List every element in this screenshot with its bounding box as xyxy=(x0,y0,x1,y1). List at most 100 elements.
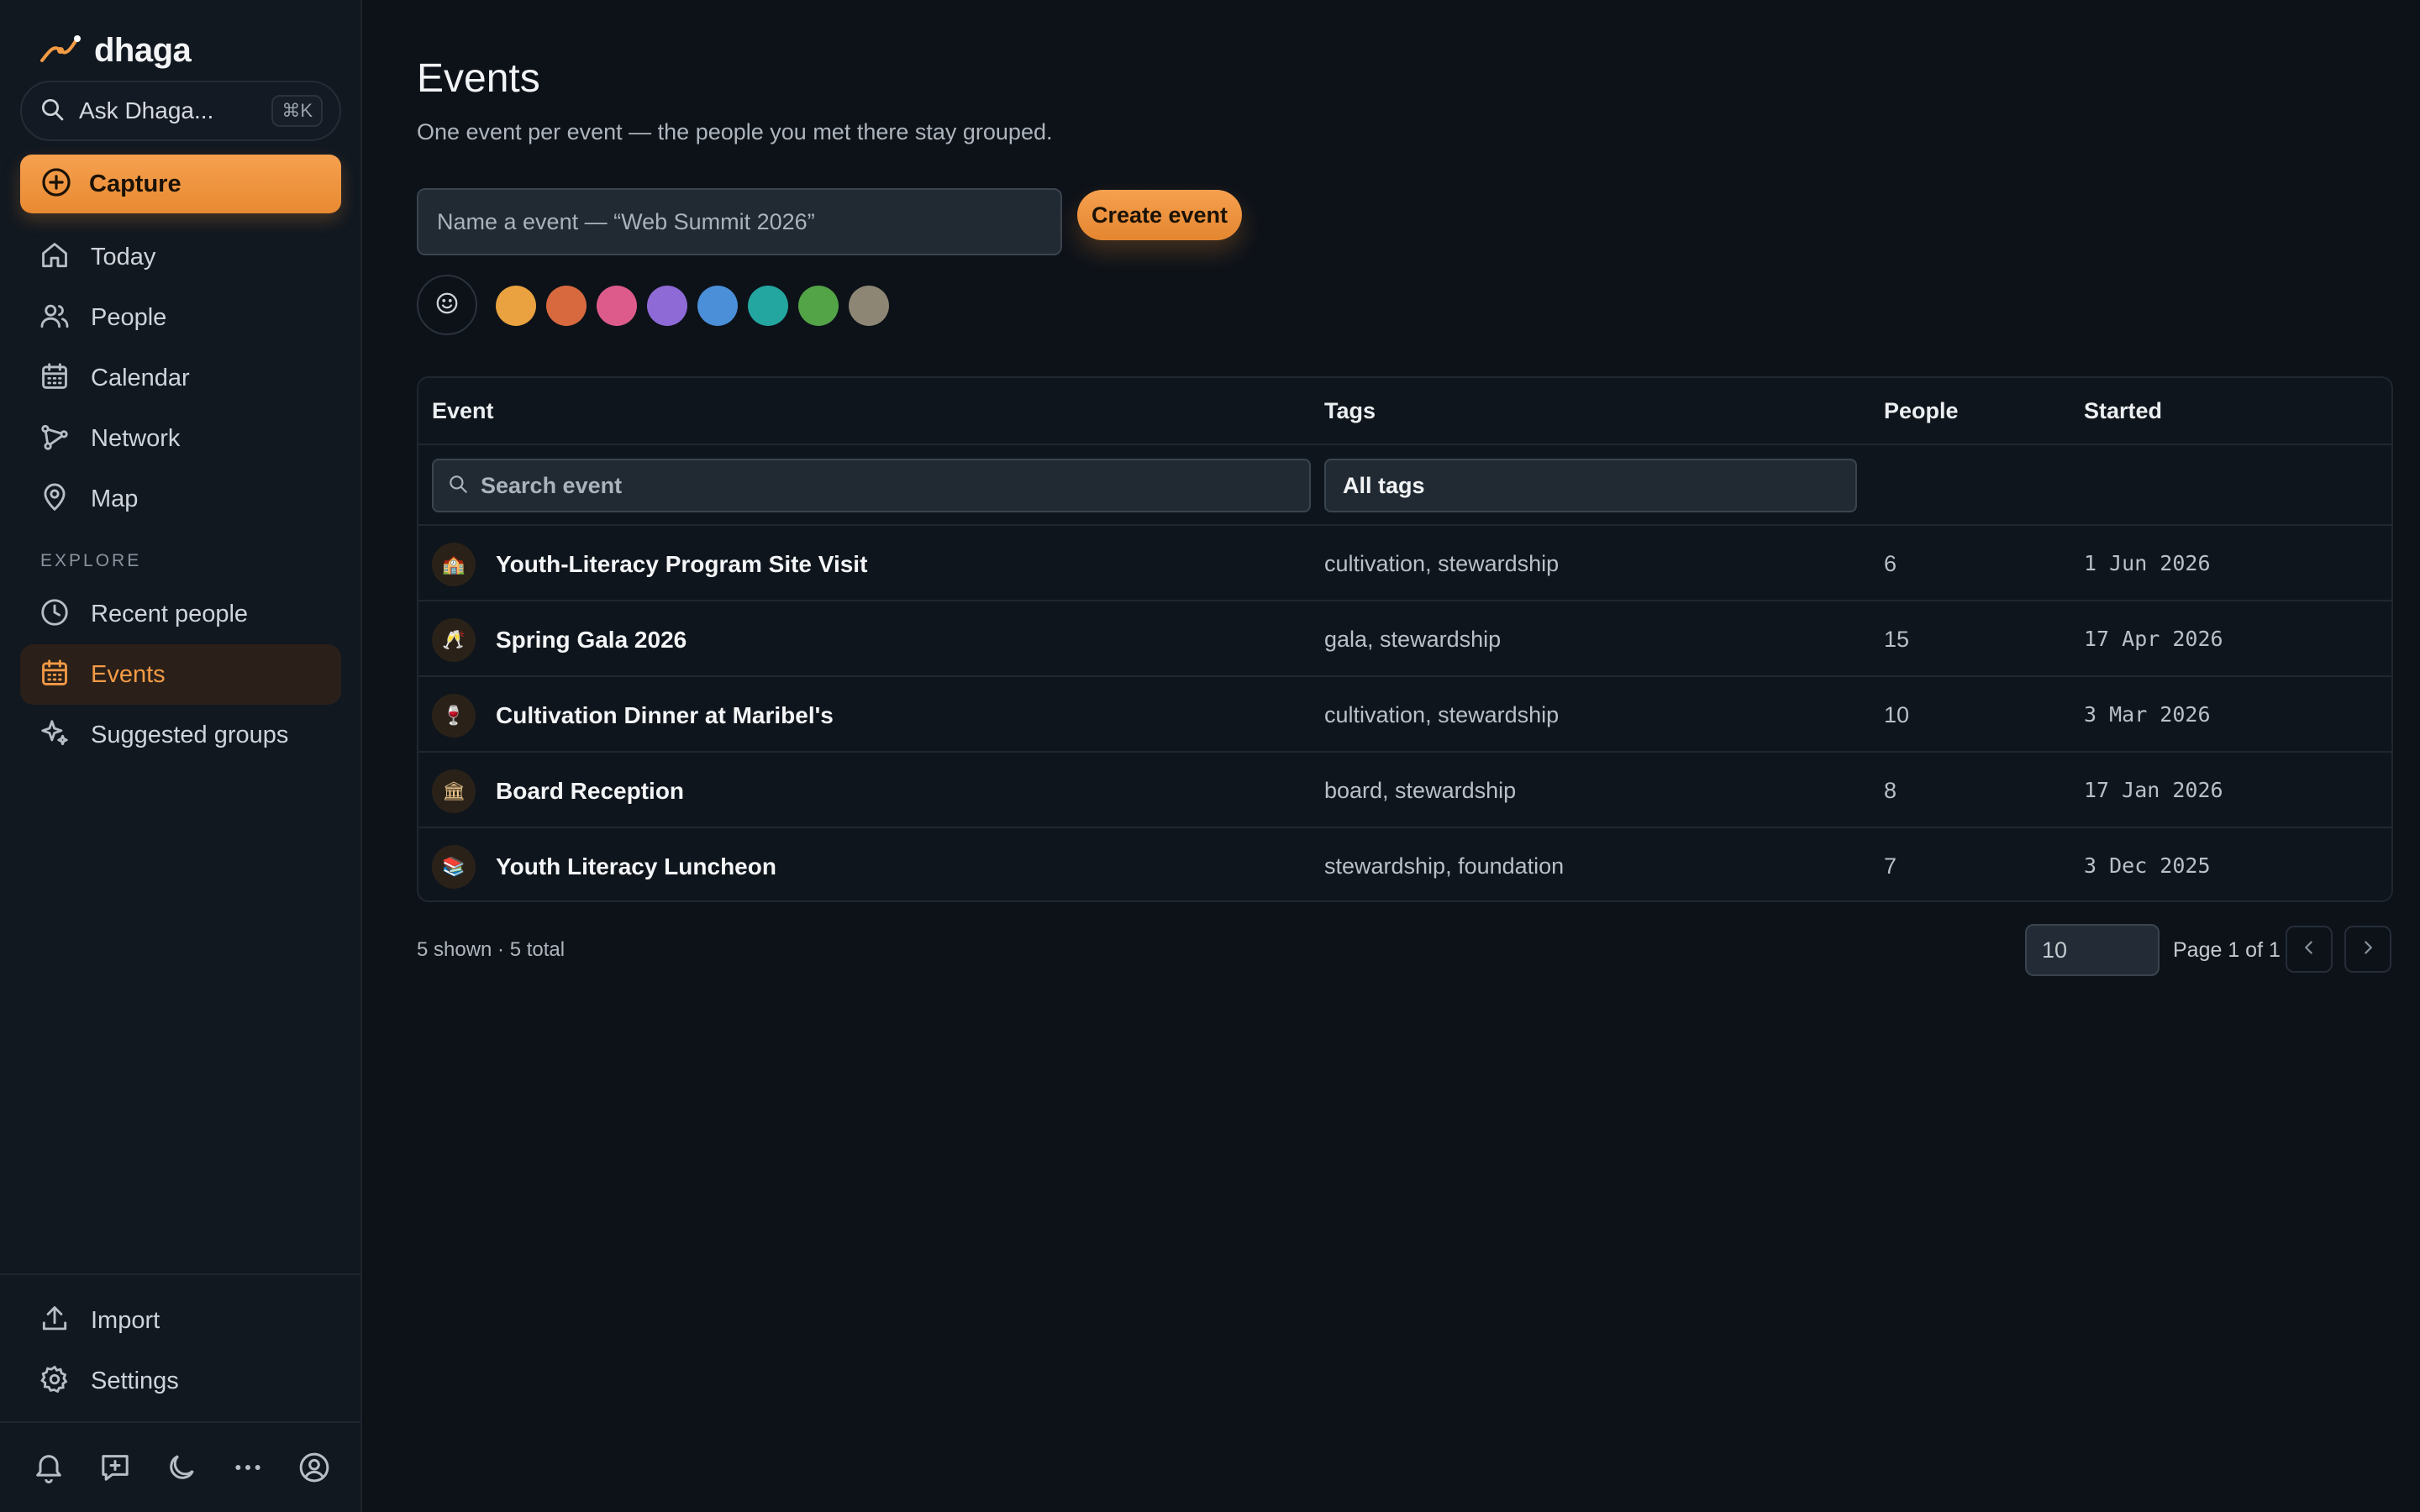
event-tags: gala, stewardship xyxy=(1324,627,1502,652)
calendar-icon xyxy=(39,657,71,693)
event-people-count: 8 xyxy=(1884,778,1897,803)
table-row[interactable]: 🍷 Cultivation Dinner at Maribel's cultiv… xyxy=(418,677,2391,753)
sidebar-divider xyxy=(0,1273,362,1275)
clock-icon xyxy=(39,596,71,633)
event-started-date: 1 Jun 2026 xyxy=(2084,551,2211,575)
event-people-count: 7 xyxy=(1884,853,1897,879)
create-event-button[interactable]: Create event xyxy=(1077,190,1242,240)
gear-icon xyxy=(39,1363,71,1399)
event-started-date: 17 Jan 2026 xyxy=(2084,778,2223,802)
color-swatch[interactable] xyxy=(496,286,536,326)
page-subtitle: One event per event — the people you met… xyxy=(417,119,1053,144)
table-header: Event Tags People Started xyxy=(418,378,2391,445)
event-name[interactable]: Youth Literacy Luncheon xyxy=(496,853,776,880)
nav-settings[interactable]: Settings xyxy=(20,1351,341,1411)
nav-label: Today xyxy=(91,243,156,270)
shortcut-badge: ⌘K xyxy=(271,95,323,127)
event-tags: cultivation, stewardship xyxy=(1324,551,1560,576)
smiley-icon xyxy=(434,291,460,320)
calendar-icon xyxy=(39,360,71,396)
search-event-input[interactable]: Search event xyxy=(432,459,1311,512)
column-header-tags[interactable]: Tags xyxy=(1324,398,1376,424)
events-table: Event Tags People Started Search event A… xyxy=(417,376,2393,902)
table-row[interactable]: 🏫 Youth-Literacy Program Site Visit cult… xyxy=(418,526,2391,601)
previous-page-button[interactable] xyxy=(2286,926,2333,973)
page-info: Page 1 of 1 xyxy=(2173,938,2281,962)
nav-label: Recent people xyxy=(91,600,249,627)
event-name[interactable]: Youth-Literacy Program Site Visit xyxy=(496,551,867,578)
results-count: 5 shown · 5 total xyxy=(417,938,566,961)
color-swatch[interactable] xyxy=(748,286,788,326)
search-icon xyxy=(39,96,66,127)
color-swatch[interactable] xyxy=(849,286,889,326)
profile-icon[interactable] xyxy=(297,1451,331,1484)
sidebar: dhaga Ask Dhaga... ⌘K Capture Today Peop… xyxy=(0,0,362,1512)
nav-people[interactable]: People xyxy=(20,287,341,348)
bell-icon[interactable] xyxy=(32,1451,66,1484)
more-icon[interactable] xyxy=(231,1451,265,1484)
event-tags: cultivation, stewardship xyxy=(1324,702,1560,727)
nav-map[interactable]: Map xyxy=(20,469,341,529)
filter-row: Search event All tags xyxy=(418,445,2391,526)
column-header-people[interactable]: People xyxy=(1884,398,1959,424)
event-started-date: 17 Apr 2026 xyxy=(2084,627,2223,651)
event-started-date: 3 Mar 2026 xyxy=(2084,702,2211,727)
event-people-count: 6 xyxy=(1884,551,1897,576)
color-swatches xyxy=(496,286,889,326)
nav-network[interactable]: Network xyxy=(20,408,341,469)
emoji-picker-button[interactable] xyxy=(417,275,477,335)
event-tags: board, stewardship xyxy=(1324,778,1517,803)
event-name[interactable]: Board Reception xyxy=(496,778,684,805)
moon-icon[interactable] xyxy=(165,1451,198,1484)
chevron-right-icon xyxy=(2357,937,2379,963)
nav-label: People xyxy=(91,303,167,331)
nav-events[interactable]: Events xyxy=(20,644,341,705)
nav-import[interactable]: Import xyxy=(20,1290,341,1351)
event-emoji-icon: 🏫 xyxy=(432,543,476,586)
nav-calendar[interactable]: Calendar xyxy=(20,348,341,408)
color-swatch[interactable] xyxy=(597,286,637,326)
nav-today[interactable]: Today xyxy=(20,227,341,287)
event-name[interactable]: Cultivation Dinner at Maribel's xyxy=(496,702,834,729)
upload-icon xyxy=(39,1303,71,1339)
nav-suggested-groups[interactable]: Suggested groups xyxy=(20,705,341,765)
column-header-event[interactable]: Event xyxy=(432,398,494,424)
table-row[interactable]: 📚 Youth Literacy Luncheon stewardship, f… xyxy=(418,828,2391,904)
event-people-count: 10 xyxy=(1884,702,1910,727)
event-name-input[interactable]: Name a event — “Web Summit 2026” xyxy=(417,188,1062,255)
table-row[interactable]: 🥂 Spring Gala 2026 gala, stewardship 15 … xyxy=(418,601,2391,677)
color-swatch[interactable] xyxy=(546,286,587,326)
brand[interactable]: dhaga xyxy=(39,32,192,70)
chevron-left-icon xyxy=(2298,937,2320,963)
event-emoji-icon: 🏛 xyxy=(432,769,476,813)
color-swatch[interactable] xyxy=(647,286,687,326)
tags-filter-select[interactable]: All tags xyxy=(1324,459,1857,512)
table-row[interactable]: 🏛 Board Reception board, stewardship 8 1… xyxy=(418,753,2391,828)
sidebar-footer xyxy=(0,1423,362,1512)
page-size-input[interactable]: 10 xyxy=(2025,924,2160,976)
search-icon xyxy=(447,473,469,499)
plus-circle-icon xyxy=(40,166,72,202)
map-pin-icon xyxy=(39,481,71,517)
explore-section-label: EXPLORE xyxy=(40,551,142,570)
nav-recent-people[interactable]: Recent people xyxy=(20,584,341,644)
brand-name: dhaga xyxy=(94,32,192,69)
ask-dhaga-search[interactable]: Ask Dhaga... ⌘K xyxy=(20,81,341,141)
dhaga-logo-icon xyxy=(39,32,82,70)
event-emoji-icon: 📚 xyxy=(432,845,476,889)
next-page-button[interactable] xyxy=(2344,926,2391,973)
page-title: Events xyxy=(417,56,540,101)
message-plus-icon[interactable] xyxy=(98,1451,132,1484)
home-icon xyxy=(39,239,71,276)
color-swatch[interactable] xyxy=(697,286,738,326)
nav-label: Network xyxy=(91,424,181,452)
nav-label: Suggested groups xyxy=(91,721,289,748)
event-people-count: 15 xyxy=(1884,627,1910,652)
event-started-date: 3 Dec 2025 xyxy=(2084,853,2211,878)
color-swatch[interactable] xyxy=(798,286,839,326)
column-header-started[interactable]: Started xyxy=(2084,398,2162,424)
event-emoji-icon: 🥂 xyxy=(432,618,476,662)
event-name[interactable]: Spring Gala 2026 xyxy=(496,627,687,654)
capture-button[interactable]: Capture xyxy=(20,155,341,213)
nav-label: Events xyxy=(91,660,166,688)
